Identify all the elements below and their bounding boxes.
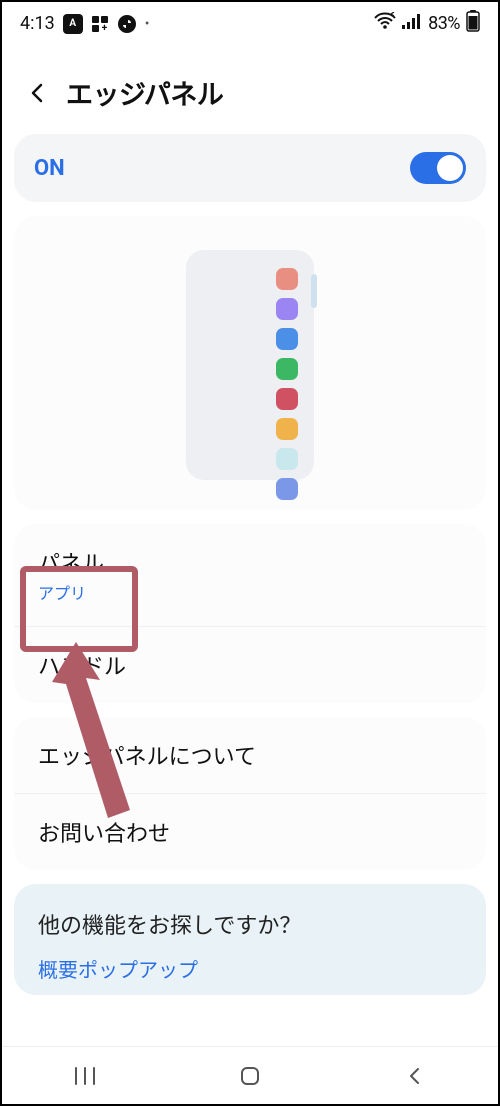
back-icon (405, 1066, 425, 1086)
toggle-label: ON (34, 156, 65, 181)
system-nav-bar (2, 1046, 498, 1104)
wifi-icon (374, 12, 396, 35)
suggestion-card: 他の機能をお探しですか？ 概要ポップアップ (14, 884, 486, 995)
status-dot-icon: • (145, 16, 150, 32)
nav-home-button[interactable] (230, 1056, 270, 1096)
toggle-knob (437, 155, 463, 181)
status-bar: 4:13 A + • 83% (2, 2, 498, 41)
page-header: エッジパネル (2, 41, 498, 134)
status-app-icon-1: A (63, 14, 83, 34)
page-title: エッジパネル (66, 73, 223, 112)
list-item-sub: アプリ (38, 580, 462, 604)
list-item-title: ハンドル (38, 649, 462, 681)
suggestion-title: 他の機能をお探しですか？ (38, 908, 462, 940)
status-time: 4:13 (20, 13, 55, 34)
suggestion-link[interactable]: 概要ポップアップ (38, 954, 462, 983)
list-item-title: パネル (38, 546, 462, 578)
signal-icon (402, 13, 422, 34)
phone-mock (186, 250, 314, 480)
settings-list-1: パネル アプリ ハンドル (14, 524, 486, 703)
edge-panel-illustration (14, 216, 486, 510)
nav-back-button[interactable] (395, 1056, 435, 1096)
list-item-title: エッジパネルについて (38, 739, 462, 771)
recents-icon (73, 1066, 97, 1086)
list-item-title: お問い合わせ (38, 816, 462, 848)
battery-text: 83% (428, 13, 460, 34)
list-item-contact[interactable]: お問い合わせ (14, 794, 486, 870)
app-dots (276, 268, 298, 500)
nav-recents-button[interactable] (65, 1056, 105, 1096)
list-item-panel[interactable]: パネル アプリ (14, 524, 486, 627)
settings-list-2: エッジパネルについて お問い合わせ (14, 717, 486, 870)
master-toggle-switch[interactable] (410, 152, 466, 184)
master-toggle-card: ON (14, 134, 486, 202)
battery-icon (466, 10, 480, 37)
svg-text:+: + (101, 23, 107, 33)
list-item-about[interactable]: エッジパネルについて (14, 717, 486, 794)
edge-handle-illustration (311, 274, 317, 308)
list-item-handle[interactable]: ハンドル (14, 627, 486, 703)
chevron-left-icon (27, 82, 49, 104)
status-app-icon-3 (117, 14, 137, 34)
back-button[interactable] (24, 79, 52, 107)
status-app-icon-2: + (91, 15, 109, 33)
home-icon (238, 1064, 262, 1088)
